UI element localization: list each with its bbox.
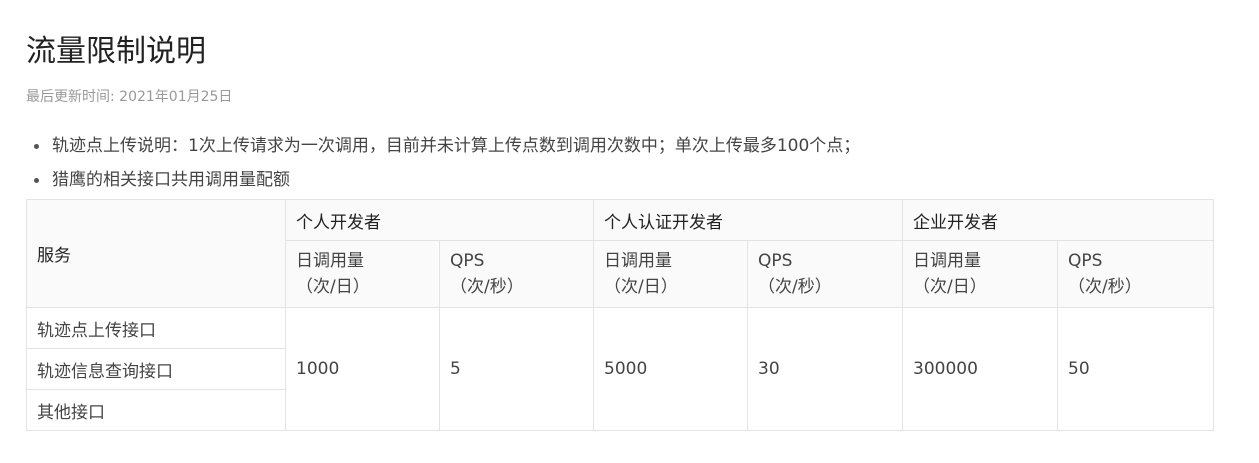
rate-limit-table: 服务 个人开发者 个人认证开发者 企业开发者 日调用量 （次/日） QPS （次/秒… [26,199,1214,431]
last-updated-text: 最后更新时间: 2021年01月25日 [26,89,233,105]
service-name-cell: 其他接口 [26,389,286,431]
enterprise-qps-cell: 50 [1057,307,1214,431]
note-item: 轨迹点上传说明：1次上传请求为一次调用，目前并未计算上传点数到调用次数中；单次上… [26,132,860,166]
note-item: 猎鹰的相关接口共用调用量配额 [26,166,860,200]
verified-qps-cell: 30 [747,307,903,431]
group-header-verified: 个人认证开发者 [593,199,903,241]
service-name-cell: 轨迹点上传接口 [26,307,286,349]
note-text: 轨迹点上传说明：1次上传请求为一次调用，目前并未计算上传点数到调用次数中；单次上… [52,136,861,156]
page-title: 流量限制说明 [26,34,206,69]
enterprise-daily-cell: 300000 [902,307,1058,431]
service-name-cell: 轨迹信息查询接口 [26,348,286,390]
bullet-dot-icon [34,144,39,149]
group-header-enterprise: 企业开发者 [902,199,1214,241]
daily-calls-header: 日调用量 （次/日） [902,240,1058,308]
group-header-personal: 个人开发者 [285,199,594,241]
verified-daily-cell: 5000 [593,307,748,431]
table-row: 轨迹点上传接口 1000 5 5000 30 300000 50 [26,307,1214,431]
personal-qps-cell: 5 [439,307,594,431]
note-text: 猎鹰的相关接口共用调用量配额 [52,170,290,190]
daily-calls-header: 日调用量 （次/日） [593,240,748,308]
daily-calls-header: 日调用量 （次/日） [285,240,440,308]
notes-list: 轨迹点上传说明：1次上传请求为一次调用，目前并未计算上传点数到调用次数中；单次上… [26,132,860,200]
qps-header: QPS （次/秒） [1057,240,1214,308]
service-header: 服务 [26,199,286,308]
qps-header: QPS （次/秒） [747,240,903,308]
qps-header: QPS （次/秒） [439,240,594,308]
bullet-dot-icon [34,178,39,183]
document-page: 流量限制说明 最后更新时间: 2021年01月25日 轨迹点上传说明：1次上传请… [0,0,1259,463]
personal-daily-cell: 1000 [285,307,440,431]
